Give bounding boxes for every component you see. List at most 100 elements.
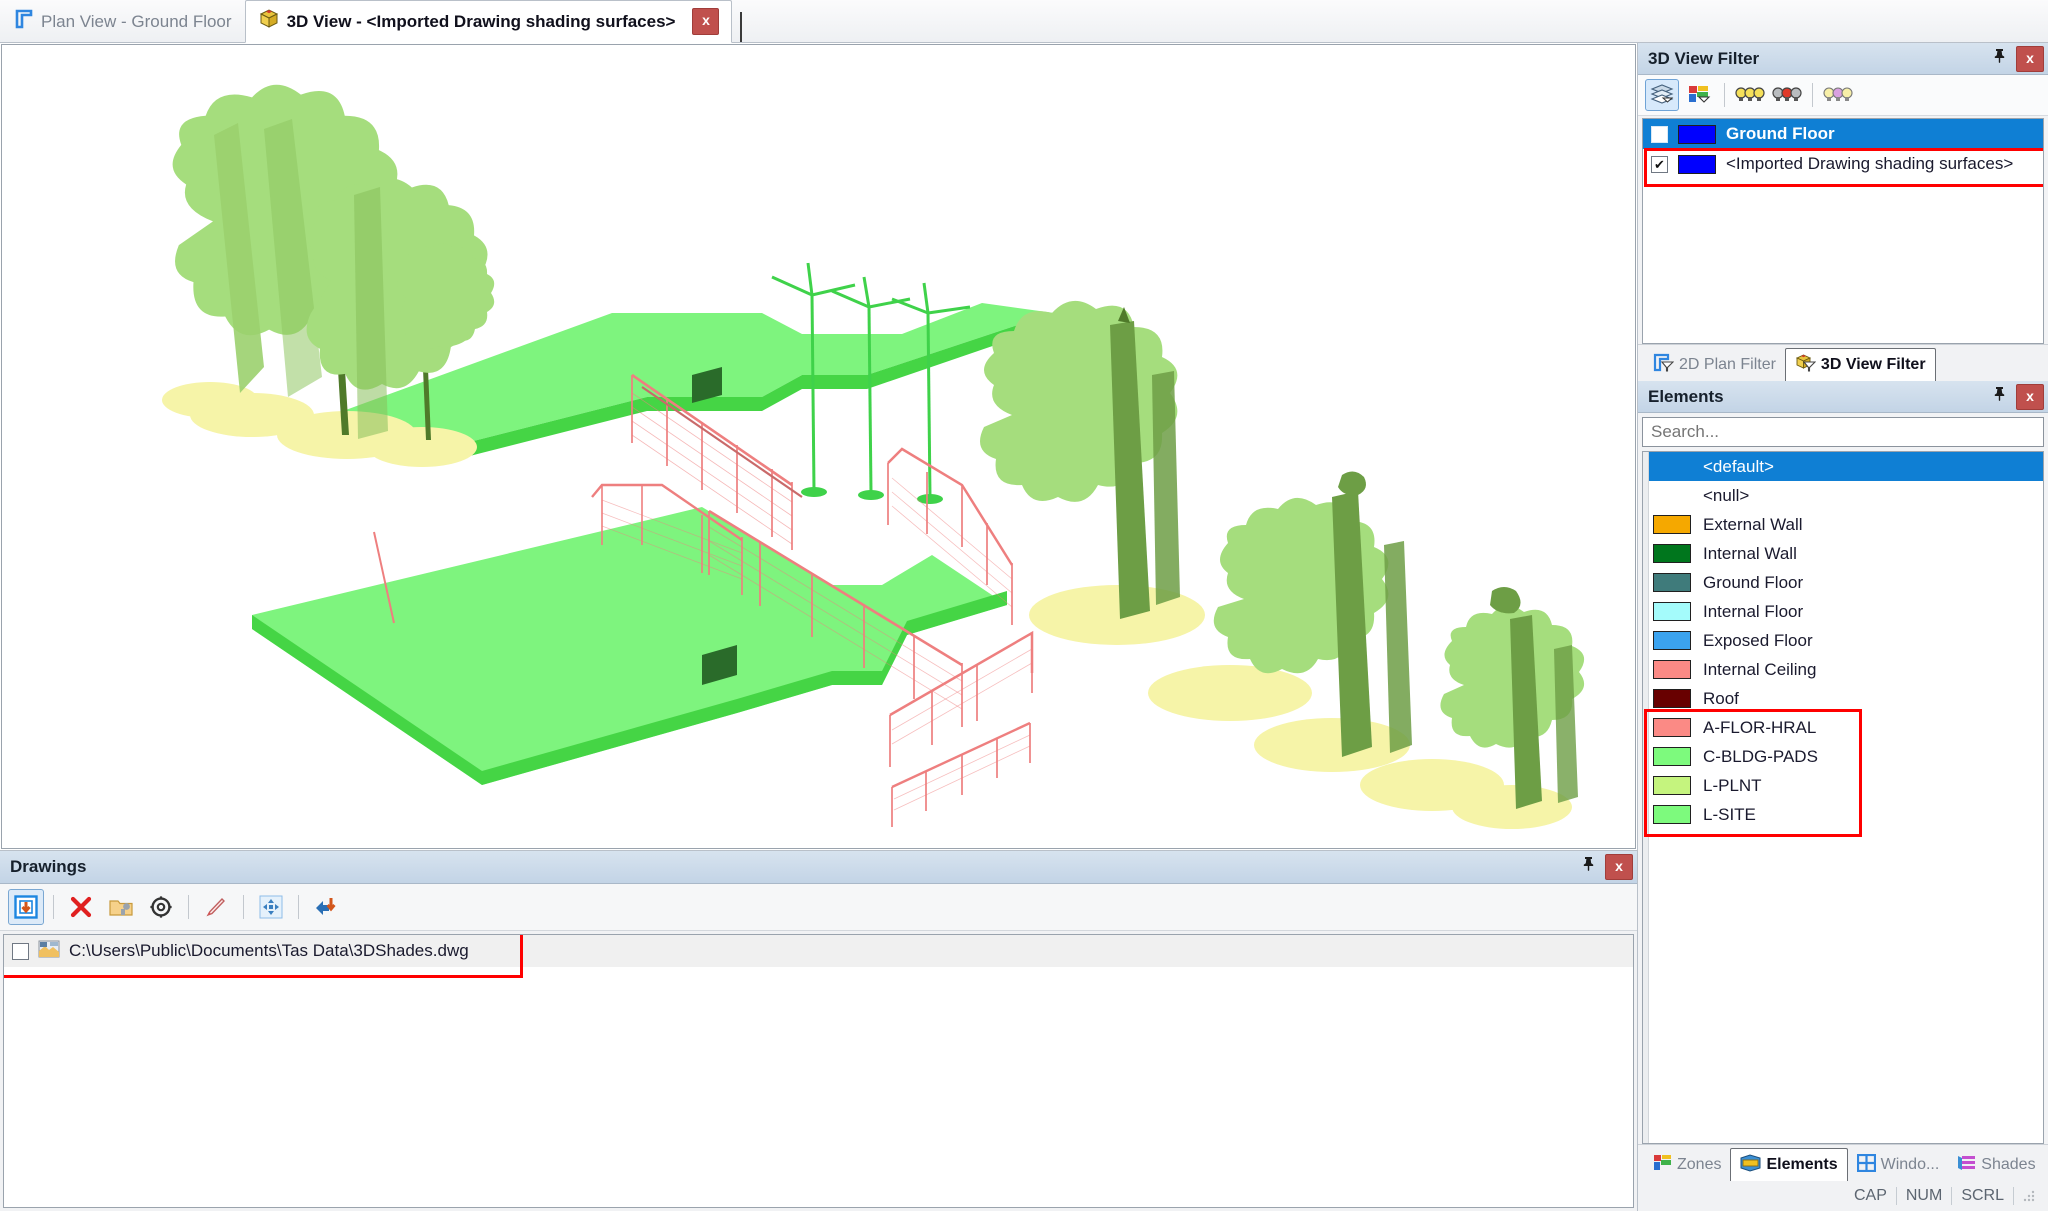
close-button[interactable]: x bbox=[2016, 383, 2044, 410]
element-row-l-site[interactable]: L-SITE bbox=[1643, 800, 2043, 829]
close-button[interactable]: x bbox=[1605, 854, 1633, 880]
dwg-file-icon bbox=[38, 939, 60, 964]
elements-panel: Elements x <default> <null bbox=[1638, 381, 2048, 1211]
element-row-ground-floor[interactable]: Ground Floor bbox=[1643, 568, 2043, 597]
view-filter-toolbar bbox=[1638, 75, 2048, 116]
drawing-path: C:\Users\Public\Documents\Tas Data\3DSha… bbox=[69, 941, 469, 960]
all-lights-icon[interactable] bbox=[1733, 79, 1767, 111]
element-row-default[interactable]: <default> bbox=[1643, 452, 2043, 481]
right-column: 3D View Filter x Ground Floor ✔ <Importe… bbox=[1638, 43, 2048, 1211]
3d-view-canvas[interactable] bbox=[1, 44, 1636, 849]
color-swatch bbox=[1653, 660, 1691, 679]
tab-plan-view[interactable]: Plan View - Ground Floor bbox=[2, 1, 245, 42]
element-label: Internal Floor bbox=[1703, 601, 1804, 621]
detached-fence bbox=[891, 721, 1031, 827]
delete-icon[interactable] bbox=[63, 889, 99, 925]
status-scrl: SCRL bbox=[1952, 1187, 2014, 1205]
application-window: Plan View - Ground Floor 3D View - <Impo… bbox=[0, 0, 2048, 1211]
plan-filter-icon bbox=[1653, 353, 1675, 377]
color-swatch bbox=[1653, 544, 1691, 563]
element-row-roof[interactable]: Roof bbox=[1643, 684, 2043, 713]
element-label: Exposed Floor bbox=[1703, 630, 1813, 650]
filter-row-ground-floor[interactable]: Ground Floor bbox=[1643, 119, 2043, 149]
element-label: <default> bbox=[1703, 456, 1774, 476]
elements-header: Elements x bbox=[1638, 381, 2048, 413]
export-icon[interactable] bbox=[308, 889, 344, 925]
color-swatch bbox=[1653, 747, 1691, 766]
shades-icon bbox=[1957, 1154, 1976, 1177]
drawings-panel: Drawings x C:\Users\Public\Documents\Tas… bbox=[0, 850, 1637, 1211]
element-row-exposed-floor[interactable]: Exposed Floor bbox=[1643, 626, 2043, 655]
element-row-internal-floor[interactable]: Internal Floor bbox=[1643, 597, 2043, 626]
element-row-internal-ceiling[interactable]: Internal Ceiling bbox=[1643, 655, 2043, 684]
resize-grip-icon[interactable] bbox=[2022, 1188, 2038, 1204]
view-filter-header: 3D View Filter x bbox=[1638, 43, 2048, 75]
status-bar: CAP NUM SCRL bbox=[1638, 1181, 2048, 1211]
main-body: Drawings x C:\Users\Public\Documents\Tas… bbox=[0, 43, 2048, 1211]
element-row-internal-wall[interactable]: Internal Wall bbox=[1643, 539, 2043, 568]
color-swatch bbox=[1653, 631, 1691, 650]
settings-gear-icon[interactable] bbox=[143, 889, 179, 925]
element-row-c-bldg-pads[interactable]: C-BLDG-PADS bbox=[1643, 742, 2043, 771]
import-drawing-icon[interactable] bbox=[8, 889, 44, 925]
drawings-toolbar bbox=[0, 884, 1637, 931]
search-field[interactable] bbox=[1642, 417, 2044, 447]
view-filter-list[interactable]: Ground Floor ✔ <Imported Drawing shading… bbox=[1642, 118, 2044, 344]
filter-checkbox[interactable]: ✔ bbox=[1651, 155, 1668, 173]
search-input[interactable] bbox=[1649, 421, 2037, 443]
drawing-row[interactable]: C:\Users\Public\Documents\Tas Data\3DSha… bbox=[4, 935, 1633, 967]
tab-windows[interactable]: Windo... bbox=[1848, 1149, 1949, 1181]
drawing-checkbox[interactable] bbox=[12, 942, 29, 960]
element-label: Internal Wall bbox=[1703, 543, 1797, 563]
color-swatch bbox=[1653, 602, 1691, 621]
element-row-a-flor-hral[interactable]: A-FLOR-HRAL bbox=[1643, 713, 2043, 742]
elements-list[interactable]: <default> <null> External Wall Internal … bbox=[1642, 451, 2044, 1144]
tab-label: 2D Plan Filter bbox=[1679, 356, 1776, 373]
filter-row-label: Ground Floor bbox=[1726, 124, 1835, 143]
tab-label: Shades bbox=[1981, 1156, 2036, 1173]
tab-label: 3D View - <Imported Drawing shading surf… bbox=[286, 11, 676, 31]
open-folder-icon[interactable] bbox=[103, 889, 139, 925]
pen-icon[interactable] bbox=[198, 889, 234, 925]
tab-shades[interactable]: Shades bbox=[1948, 1149, 2044, 1181]
tab-zones[interactable]: Zones bbox=[1644, 1149, 1730, 1181]
layers-filter-icon[interactable] bbox=[1645, 79, 1679, 111]
element-row-null[interactable]: <null> bbox=[1643, 481, 2043, 510]
mixed-lights-icon[interactable] bbox=[1770, 79, 1804, 111]
left-column: Drawings x C:\Users\Public\Documents\Tas… bbox=[0, 43, 1638, 1211]
tab-close-button[interactable]: x bbox=[692, 8, 720, 35]
tab-label: Zones bbox=[1677, 1156, 1722, 1173]
element-label: L-PLNT bbox=[1703, 775, 1762, 795]
element-label: Internal Ceiling bbox=[1703, 659, 1817, 679]
close-button[interactable]: x bbox=[2016, 45, 2044, 72]
filter-row-imported-drawing[interactable]: ✔ <Imported Drawing shading surfaces> bbox=[1643, 149, 2043, 179]
filter-tab-row: 2D Plan Filter 3D View Filter bbox=[1638, 344, 2048, 382]
tab-elements[interactable]: Elements bbox=[1730, 1148, 1848, 1182]
element-row-external-wall[interactable]: External Wall bbox=[1643, 510, 2043, 539]
cube-icon bbox=[258, 8, 280, 35]
elements-tab-row: Zones Elements Windo... Shades bbox=[1638, 1144, 2048, 1182]
view-filter-title: 3D View Filter bbox=[1648, 48, 1760, 68]
pin-icon[interactable] bbox=[1986, 46, 2012, 72]
pale-lights-icon[interactable] bbox=[1821, 79, 1855, 111]
drawings-list[interactable]: C:\Users\Public\Documents\Tas Data\3DSha… bbox=[3, 934, 1634, 1208]
status-num: NUM bbox=[1897, 1187, 1953, 1205]
element-label: Roof bbox=[1703, 688, 1739, 708]
move-icon[interactable] bbox=[253, 889, 289, 925]
tab-3d-view-filter[interactable]: 3D View Filter bbox=[1784, 348, 1936, 382]
element-row-l-plnt[interactable]: L-PLNT bbox=[1643, 771, 2043, 800]
pin-icon[interactable] bbox=[1986, 384, 2012, 410]
zones-filter-icon[interactable] bbox=[1682, 79, 1716, 111]
document-tab-strip: Plan View - Ground Floor 3D View - <Impo… bbox=[0, 0, 2048, 43]
elements-title: Elements bbox=[1648, 386, 1724, 406]
pin-icon[interactable] bbox=[1575, 854, 1601, 880]
tab-2d-plan-filter[interactable]: 2D Plan Filter bbox=[1644, 349, 1785, 381]
filter-checkbox[interactable] bbox=[1651, 125, 1668, 143]
color-swatch bbox=[1653, 776, 1691, 795]
filter-row-label: <Imported Drawing shading surfaces> bbox=[1726, 154, 2014, 173]
element-label: External Wall bbox=[1703, 514, 1803, 534]
color-swatch bbox=[1653, 689, 1691, 708]
color-swatch bbox=[1678, 154, 1716, 174]
tab-3d-view[interactable]: 3D View - <Imported Drawing shading surf… bbox=[244, 0, 733, 43]
element-label: Ground Floor bbox=[1703, 572, 1804, 592]
